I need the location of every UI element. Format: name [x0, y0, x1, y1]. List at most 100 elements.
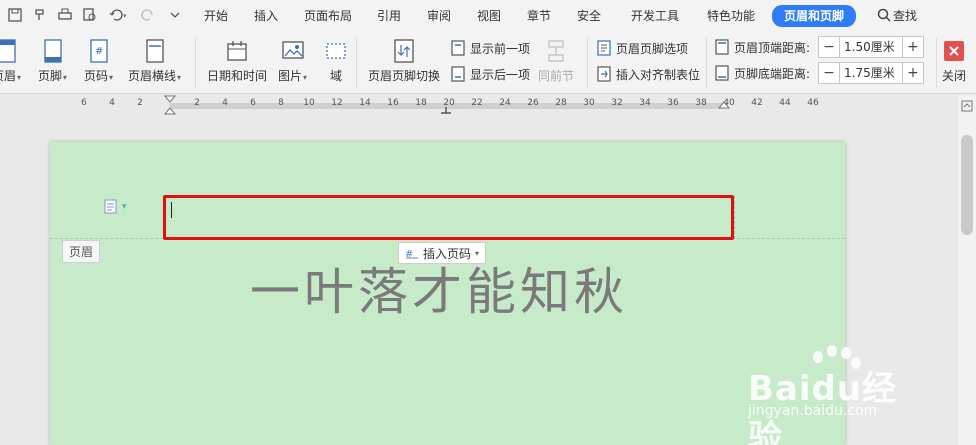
- tab-stop-marker[interactable]: [440, 107, 452, 115]
- picture-icon: [281, 38, 305, 64]
- body-text[interactable]: 一叶落才能知秋: [250, 252, 628, 324]
- tab-special-features[interactable]: 特色功能: [707, 7, 755, 25]
- ruler-tick-label: 28: [555, 98, 567, 108]
- ruler-tick-label: 14: [359, 98, 371, 108]
- save-icon[interactable]: [6, 6, 24, 24]
- print-icon[interactable]: [56, 6, 74, 24]
- switch-label: 页眉页脚切换: [368, 69, 441, 83]
- search-label[interactable]: 查找: [893, 7, 917, 25]
- picture-label: 图片: [278, 69, 303, 83]
- ruler-tick-label: 34: [639, 98, 651, 108]
- chevron-down-icon: ▾: [17, 73, 22, 82]
- close-label: 关闭: [942, 69, 967, 83]
- vertical-scrollbar[interactable]: [958, 95, 976, 445]
- ruler-tick-label: 6: [81, 98, 87, 108]
- options-label: 页眉页脚选项: [616, 41, 689, 56]
- right-indent-marker[interactable]: [718, 95, 730, 115]
- show-next-icon: [450, 66, 466, 82]
- tab-page-layout[interactable]: 页面布局: [304, 7, 352, 25]
- ruler-tick-label: 38: [695, 98, 707, 108]
- document-page[interactable]: ▾ 页眉 # 插入页码 ▾ 一叶落才能知秋: [50, 142, 845, 445]
- field-label: 域: [329, 69, 342, 83]
- ribbon-divider: [587, 38, 588, 88]
- show-previous-icon: [450, 40, 466, 56]
- increase-button[interactable]: +: [903, 37, 923, 57]
- switch-icon: [392, 38, 416, 64]
- page-number-icon: #: [87, 38, 111, 64]
- top-distance-input[interactable]: 1.50厘米: [839, 37, 903, 57]
- increase-button[interactable]: +: [903, 63, 923, 83]
- tab-header-footer[interactable]: 页眉和页脚: [772, 5, 857, 27]
- top-distance-stepper[interactable]: − 1.50厘米 +: [818, 36, 924, 58]
- header-top-distance: 页眉顶端距离:: [714, 37, 810, 57]
- ribbon: 页眉▾ 页脚▾ # 页码▾ 页眉横线▾ 日期和时间 图片▾: [0, 32, 976, 94]
- highlight-frame: [163, 195, 734, 240]
- tab-developer[interactable]: 开发工具: [631, 7, 679, 25]
- show-previous-label: 显示前一项: [470, 41, 531, 56]
- header-line-button[interactable]: 页眉横线▾: [128, 38, 181, 84]
- redo-icon[interactable]: [139, 6, 157, 24]
- tab-insert[interactable]: 插入: [254, 7, 278, 25]
- tab-references[interactable]: 引用: [377, 7, 401, 25]
- bottom-distance-icon: [714, 65, 730, 81]
- print-preview-icon[interactable]: [81, 6, 99, 24]
- left-indent-marker[interactable]: [164, 95, 176, 115]
- bottom-distance-input[interactable]: 1.75厘米: [839, 63, 903, 83]
- picture-button[interactable]: 图片▾: [278, 38, 307, 84]
- close-header-footer-button[interactable]: 关闭: [942, 38, 966, 84]
- header-line-label: 页眉横线: [128, 69, 177, 83]
- ruler-tick-label: 22: [471, 98, 483, 108]
- tab-view[interactable]: 视图: [477, 7, 501, 25]
- page-number-button[interactable]: # 页码▾: [84, 38, 113, 84]
- ruler-tick-label: 8: [278, 98, 284, 108]
- bottom-distance-stepper[interactable]: − 1.75厘米 +: [818, 62, 924, 84]
- date-time-label: 日期和时间: [207, 69, 268, 83]
- baidu-watermark: Baidu经验 jingyan.baidu.com: [748, 345, 928, 445]
- header-button[interactable]: 页眉▾: [0, 38, 21, 84]
- field-button[interactable]: 域: [324, 38, 348, 84]
- undo-icon[interactable]: ▾: [107, 6, 131, 24]
- align-tab-icon: [596, 66, 612, 82]
- ruler-tick-label: 4: [109, 98, 115, 108]
- footer-button[interactable]: 页脚▾: [38, 38, 67, 84]
- header-tag: 页眉: [62, 240, 101, 263]
- header-footer-options-button[interactable]: 页眉页脚选项: [596, 38, 688, 58]
- tab-review[interactable]: 审阅: [427, 7, 451, 25]
- calendar-icon: [225, 38, 249, 64]
- insert-align-tab-button[interactable]: 插入对齐制表位: [596, 64, 700, 84]
- ruler-tick-label: 18: [415, 98, 427, 108]
- ribbon-divider: [706, 38, 707, 88]
- ruler-tick-label: 42: [751, 98, 763, 108]
- chevron-down-icon: ▾: [177, 73, 182, 82]
- tab-chapter[interactable]: 章节: [527, 7, 551, 25]
- format-painter-icon[interactable]: [31, 6, 49, 24]
- same-as-previous-label: 同前节: [538, 69, 575, 83]
- same-as-previous-icon: [544, 38, 568, 64]
- customize-toolbar-icon[interactable]: [166, 6, 184, 24]
- decrease-button[interactable]: −: [819, 63, 839, 83]
- header-footer-switch-button[interactable]: 页眉页脚切换: [368, 38, 440, 84]
- align-tab-label: 插入对齐制表位: [616, 67, 701, 82]
- decrease-button[interactable]: −: [819, 37, 839, 57]
- horizontal-ruler[interactable]: 6 4 2 2 4 6 8 10 12 14 16 18 20 22 24 26 28 30 32 34 36 38 40 4…: [0, 95, 958, 115]
- header-options-icon[interactable]: ▾: [104, 199, 127, 215]
- search-icon[interactable]: [875, 6, 893, 24]
- ruler-tick-label: 2: [137, 98, 143, 108]
- top-distance-label: 页眉顶端距离:: [734, 40, 811, 55]
- scroll-top-icon[interactable]: [961, 100, 973, 112]
- field-icon: [324, 38, 348, 64]
- show-previous-button[interactable]: 显示前一项: [450, 38, 530, 58]
- ruler-tick-label: 16: [387, 98, 399, 108]
- close-icon: [942, 38, 966, 64]
- date-time-button[interactable]: 日期和时间: [207, 38, 267, 84]
- scrollbar-thumb[interactable]: [961, 135, 973, 235]
- ribbon-divider: [195, 38, 196, 88]
- ruler-tick-label: 10: [303, 98, 315, 108]
- ribbon-divider: [356, 38, 357, 88]
- ruler-tick-label: 2: [194, 98, 200, 108]
- tab-security[interactable]: 安全: [577, 7, 601, 25]
- tab-home[interactable]: 开始: [204, 7, 228, 25]
- header-label: 页眉: [0, 69, 17, 83]
- watermark-url: jingyan.baidu.com: [748, 403, 878, 419]
- show-next-button[interactable]: 显示后一项: [450, 64, 530, 84]
